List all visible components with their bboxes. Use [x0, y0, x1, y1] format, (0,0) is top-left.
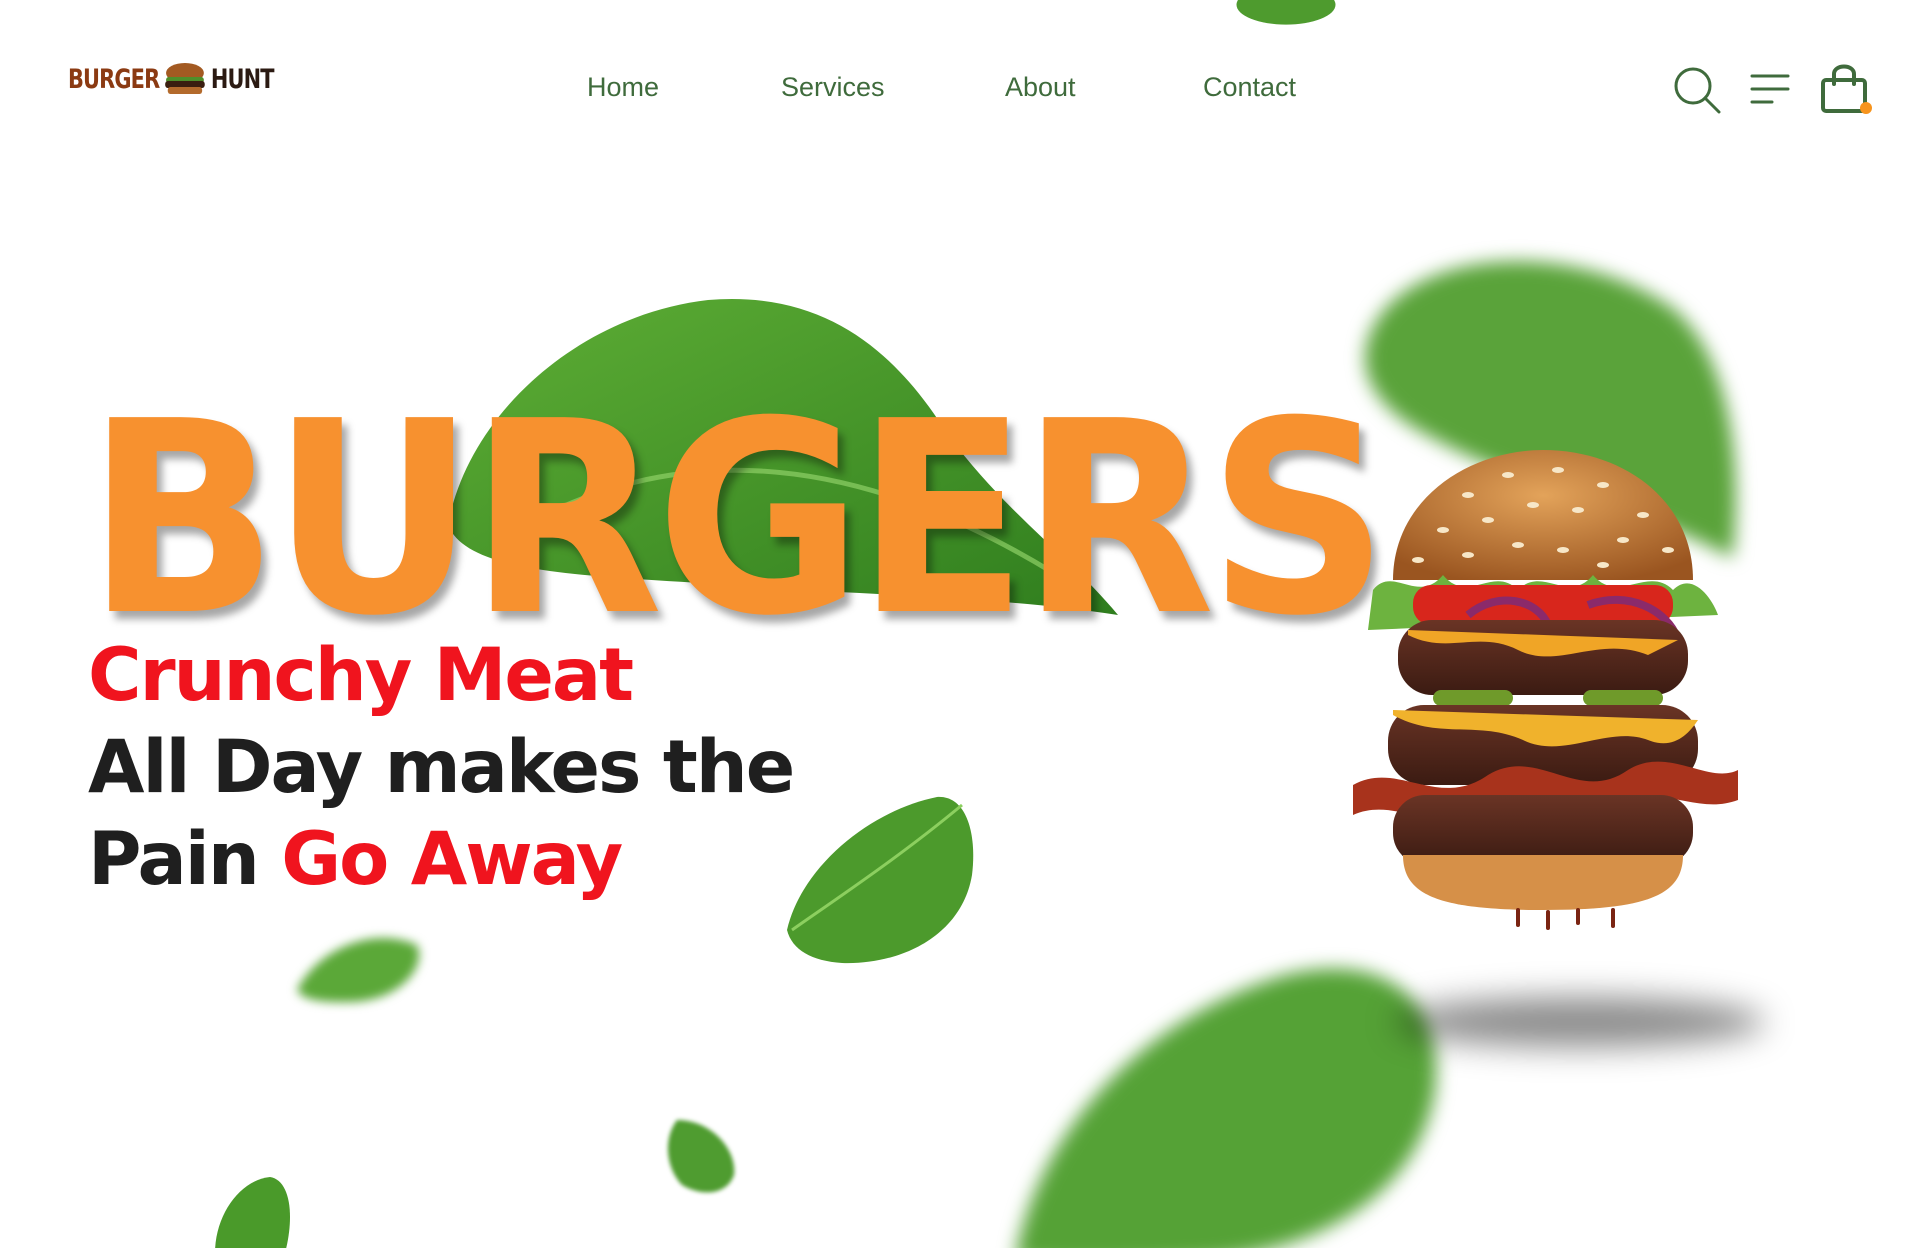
hero-tagline: Crunchy Meat All Day makes the Pain Go A…: [88, 630, 795, 906]
tagline-line-3-highlight: Go Away: [281, 817, 623, 902]
leaf-decoration: [782, 795, 977, 965]
leaf-decoration: [292, 925, 427, 1003]
leaf-decoration: [205, 1175, 293, 1248]
nav-link-services[interactable]: Services: [781, 72, 885, 103]
main-nav: Home Services About Contact: [0, 72, 1920, 108]
cart-badge-dot: [1860, 102, 1872, 114]
tagline-line-3-plain: Pain: [88, 817, 282, 902]
hero-title: BURGERS: [86, 364, 1389, 674]
shopping-bag-icon[interactable]: [1820, 62, 1872, 114]
leaf-decoration: [1005, 960, 1450, 1248]
tagline-line-2: All Day makes the: [88, 725, 795, 810]
burger-shadow: [1395, 997, 1765, 1047]
nav-link-about[interactable]: About: [1005, 72, 1076, 103]
landing-page: BURGER HUNT Home Services About Contact: [0, 0, 1920, 1248]
leaf-decoration: [1228, 0, 1344, 30]
search-icon[interactable]: [1673, 66, 1721, 114]
nav-link-home[interactable]: Home: [587, 72, 659, 103]
leaf-decoration: [662, 1115, 740, 1197]
nav-link-contact[interactable]: Contact: [1203, 72, 1296, 103]
burger-image: [1348, 440, 1738, 930]
menu-icon[interactable]: [1750, 72, 1790, 106]
tagline-line-1: Crunchy Meat: [88, 633, 634, 718]
